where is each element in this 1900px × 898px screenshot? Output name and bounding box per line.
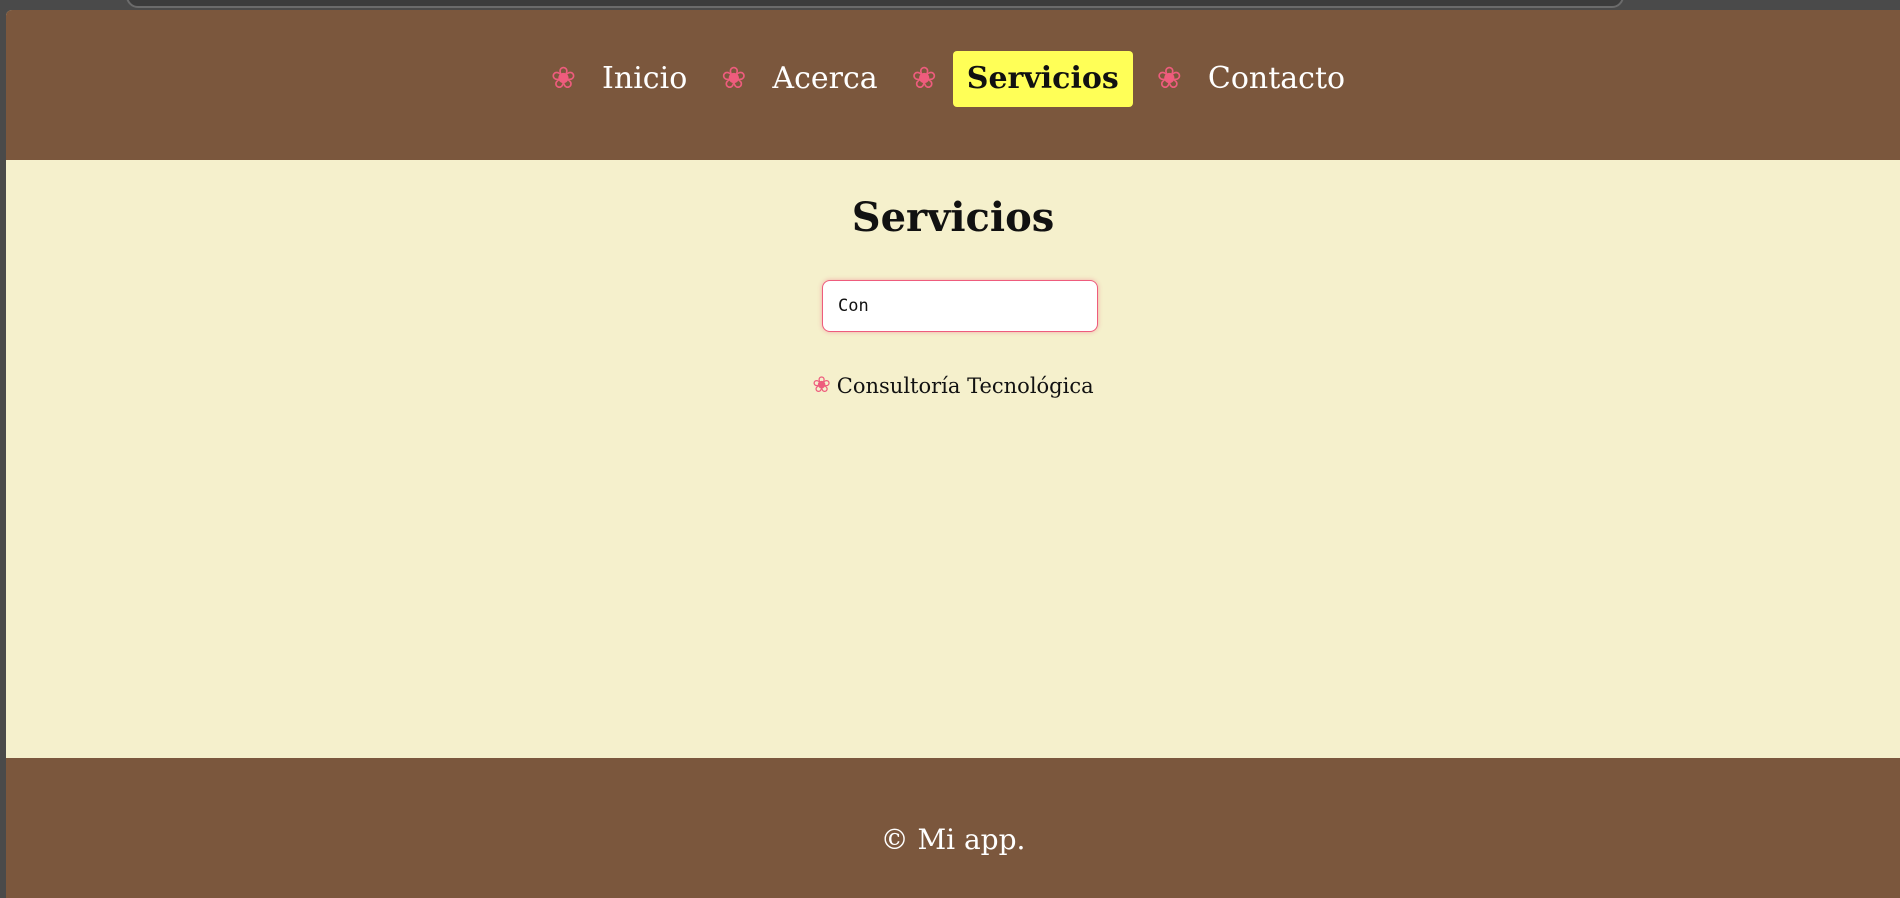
page-title: Servicios (851, 194, 1055, 241)
flower-icon: ❀ (812, 373, 831, 398)
main-nav: ❀ Inicio ❀ Acerca ❀ Servicios ❀ Contacto (6, 51, 1900, 107)
site-footer: © Mi app. (6, 758, 1900, 898)
app-window: ❀ Inicio ❀ Acerca ❀ Servicios ❀ Contacto… (6, 10, 1900, 898)
flower-icon: ❀ (550, 61, 577, 96)
nav-link-servicios-active[interactable]: Servicios (952, 51, 1133, 107)
result-label: Consultoría Tecnológica (836, 374, 1094, 398)
site-header: ❀ Inicio ❀ Acerca ❀ Servicios ❀ Contacto (6, 10, 1900, 160)
nav-link-contacto[interactable]: Contacto (1198, 51, 1355, 107)
flower-icon: ❀ (911, 61, 937, 96)
nav-item-contacto[interactable]: ❀ Contacto (1157, 51, 1355, 107)
browser-chrome-edge (0, 0, 1900, 10)
address-bar-edge[interactable] (126, 0, 1624, 8)
nav-item-servicios[interactable]: ❀ Servicios (912, 51, 1133, 107)
list-item: ❀ Consultoría Tecnológica (812, 374, 1093, 398)
footer-copyright: © Mi app. (880, 823, 1026, 856)
flower-icon: ❀ (721, 61, 747, 96)
flower-icon: ❀ (1156, 61, 1182, 96)
search-input[interactable] (822, 280, 1098, 332)
nav-item-inicio[interactable]: ❀ Inicio (551, 51, 697, 107)
results-list: ❀ Consultoría Tecnológica (6, 374, 1900, 398)
nav-link-inicio[interactable]: Inicio (592, 51, 697, 107)
nav-link-acerca[interactable]: Acerca (762, 51, 887, 107)
nav-item-acerca[interactable]: ❀ Acerca (721, 51, 887, 107)
